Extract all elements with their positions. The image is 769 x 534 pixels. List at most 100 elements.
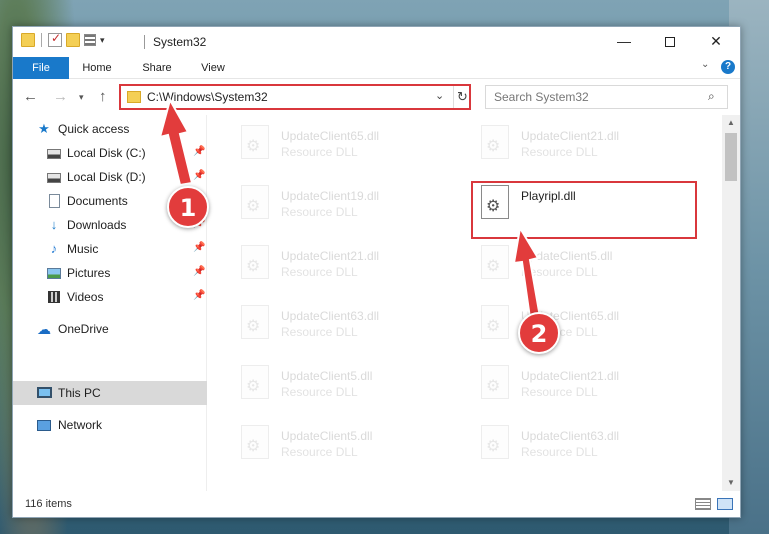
help-icon[interactable]: ? <box>721 60 735 74</box>
status-bar: 116 items <box>13 491 740 517</box>
close-button[interactable]: ✕ <box>693 27 739 57</box>
pin-icon[interactable]: 📌 <box>193 290 205 301</box>
pin-icon[interactable]: 📌 <box>193 146 205 157</box>
dll-file-icon <box>241 365 269 399</box>
dll-file-icon <box>241 125 269 159</box>
dll-file-icon <box>481 245 509 279</box>
minimize-icon: — <box>617 33 631 49</box>
step-1-badge: 1 <box>167 186 209 228</box>
recent-locations-icon[interactable]: ▾ <box>79 92 84 103</box>
sidebar-item-label: Documents <box>67 194 128 208</box>
scroll-down-icon[interactable]: ▼ <box>722 475 740 491</box>
file-item[interactable]: UpdateClient5.dll Resource DLL <box>473 243 693 299</box>
sidebar-item-label: OneDrive <box>58 322 109 336</box>
dll-file-icon <box>481 425 509 459</box>
step-2-badge: 2 <box>518 312 560 354</box>
file-item[interactable]: UpdateClient63.dll Resource DLL <box>473 423 693 479</box>
sidebar-item-this-pc[interactable]: This PC <box>13 381 207 405</box>
tab-share[interactable]: Share <box>135 57 179 79</box>
refresh-icon[interactable]: ↻ <box>453 86 471 108</box>
file-item[interactable]: UpdateClient65.dll Resource DLL <box>233 123 453 179</box>
tab-file[interactable]: File <box>13 57 69 79</box>
file-type: Resource DLL <box>281 325 358 339</box>
tab-home[interactable]: Home <box>75 57 119 79</box>
file-type: Resource DLL <box>521 265 598 279</box>
file-type: Resource DLL <box>521 445 598 459</box>
tab-view[interactable]: View <box>191 57 235 79</box>
minimize-button[interactable]: — <box>601 27 647 57</box>
pin-icon[interactable]: 📌 <box>193 242 205 253</box>
item-count: 116 items <box>25 498 72 510</box>
details-view-icon[interactable] <box>695 498 711 510</box>
drive-icon <box>47 173 61 183</box>
search-icon[interactable]: ⌕ <box>708 89 715 104</box>
sidebar-item-pictures[interactable]: Pictures 📌 <box>13 261 207 285</box>
forward-arrow-icon[interactable]: → <box>53 88 68 105</box>
up-arrow-icon[interactable]: ↑ <box>99 88 107 105</box>
file-item[interactable]: UpdateClient21.dll Resource DLL <box>233 243 453 299</box>
sidebar-item-quick-access[interactable]: ★ Quick access <box>13 117 207 141</box>
dll-file-icon <box>481 365 509 399</box>
address-dropdown-icon[interactable]: ⌄ <box>435 89 444 102</box>
sidebar-item-label: Music <box>67 242 99 256</box>
sidebar-item-music[interactable]: ♪ Music 📌 <box>13 237 207 261</box>
scrollbar-thumb[interactable] <box>725 133 737 181</box>
pictures-icon <box>47 268 61 279</box>
highlight-box <box>471 181 697 239</box>
network-icon <box>37 420 51 431</box>
sidebar-item-local-disk-c[interactable]: Local Disk (C:) 📌 <box>13 141 207 165</box>
scroll-up-icon[interactable]: ▲ <box>722 115 740 131</box>
address-bar[interactable]: C:\Windows\System32 ⌄ ↻ <box>119 84 471 110</box>
file-item[interactable]: UpdateClient5.dll Resource DLL <box>233 423 453 479</box>
file-item[interactable]: UpdateClient65.dll Resource DLL <box>473 303 693 359</box>
back-arrow-icon[interactable]: ← <box>23 88 38 105</box>
file-type: Resource DLL <box>521 385 598 399</box>
folder-icon <box>127 91 141 103</box>
file-type: Resource DLL <box>281 445 358 459</box>
sidebar-item-videos[interactable]: Videos 📌 <box>13 285 207 309</box>
file-name: UpdateClient63.dll <box>281 309 380 323</box>
search-input[interactable]: Search System32 ⌕ <box>485 85 728 109</box>
folder-icon <box>21 33 35 47</box>
sidebar-item-network[interactable]: Network <box>13 413 207 437</box>
new-folder-icon[interactable] <box>66 33 80 47</box>
sidebar-item-local-disk-d[interactable]: Local Disk (D:) 📌 <box>13 165 207 189</box>
pin-icon[interactable]: 📌 <box>193 170 205 181</box>
file-name: UpdateClient19.dll <box>281 189 380 203</box>
download-icon: ↓ <box>50 217 58 232</box>
vertical-scrollbar[interactable]: ▲ ▼ <box>722 115 740 491</box>
address-path[interactable]: C:\Windows\System32 <box>147 90 268 104</box>
search-placeholder: Search System32 <box>494 90 589 104</box>
pin-icon[interactable]: 📌 <box>193 266 205 277</box>
file-item[interactable]: UpdateClient21.dll Resource DLL <box>473 123 693 179</box>
dll-file-icon <box>241 305 269 339</box>
maximize-icon <box>665 37 675 48</box>
sidebar-item-onedrive[interactable]: ☁ OneDrive <box>13 317 207 341</box>
properties-icon[interactable] <box>84 34 96 46</box>
dll-file-icon <box>481 125 509 159</box>
drive-icon <box>47 149 61 159</box>
sidebar-item-label: Pictures <box>67 266 111 280</box>
file-item[interactable]: UpdateClient19.dll Resource DLL <box>233 183 453 239</box>
file-explorer-window: ▾ System32 — ✕ File Home Share View ⌄ ? … <box>12 26 741 518</box>
dll-file-icon <box>241 185 269 219</box>
maximize-button[interactable] <box>647 27 693 57</box>
file-name: UpdateClient21.dll <box>521 369 620 383</box>
file-type: Resource DLL <box>521 145 598 159</box>
file-item[interactable]: UpdateClient5.dll Resource DLL <box>233 363 453 419</box>
sidebar-item-label: Quick access <box>58 122 130 136</box>
file-item[interactable]: UpdateClient63.dll Resource DLL <box>233 303 453 359</box>
properties-check-icon[interactable] <box>48 31 62 47</box>
file-name: UpdateClient65.dll <box>281 129 380 143</box>
music-icon: ♪ <box>50 241 58 256</box>
title-bar: ▾ System32 — ✕ <box>13 27 740 57</box>
file-name: UpdateClient21.dll <box>281 249 380 263</box>
sidebar-item-label: Network <box>58 418 103 432</box>
large-icons-view-icon[interactable] <box>717 498 733 510</box>
sidebar-item-label: This PC <box>58 386 101 400</box>
cloud-icon: ☁ <box>37 321 51 337</box>
expand-ribbon-icon[interactable]: ⌄ <box>701 59 709 70</box>
customize-toolbar-icon[interactable]: ▾ <box>100 35 105 46</box>
title-divider <box>144 35 145 49</box>
file-item[interactable]: UpdateClient21.dll Resource DLL <box>473 363 693 419</box>
